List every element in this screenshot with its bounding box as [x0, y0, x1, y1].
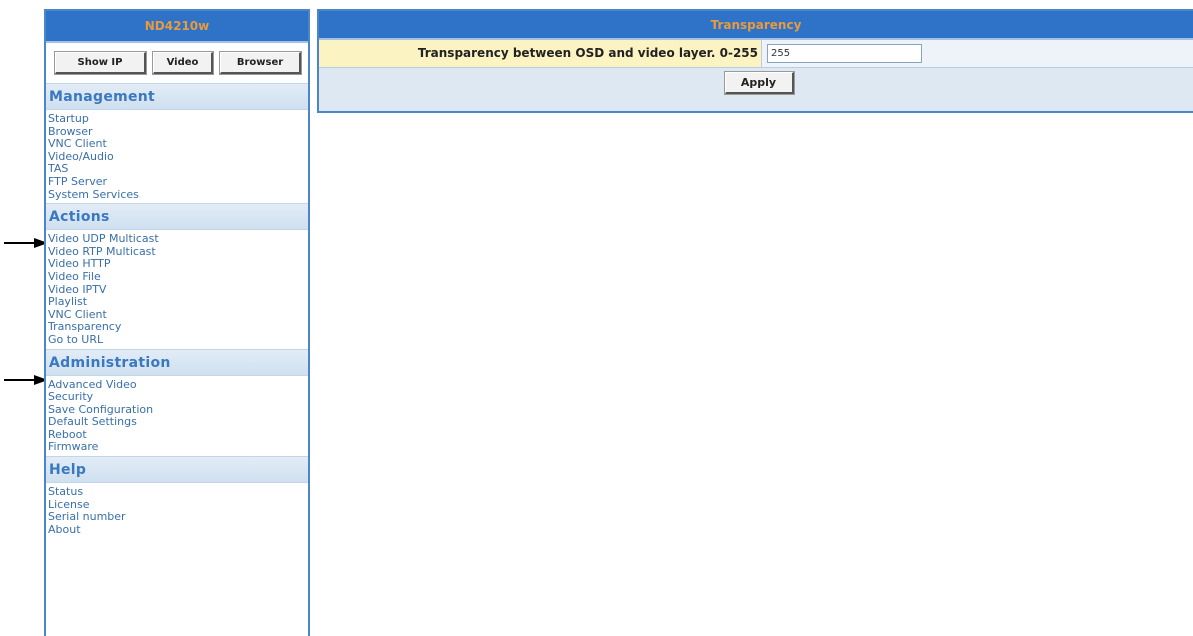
menu-item-vnc-client[interactable]: VNC Client — [48, 138, 308, 151]
section-heading-actions: Actions — [46, 203, 308, 231]
menu-item-status[interactable]: Status — [48, 485, 308, 499]
setting-value-cell — [762, 40, 1193, 67]
apply-button[interactable]: Apply — [723, 71, 795, 95]
menu-item-startup[interactable]: Startup — [48, 112, 308, 126]
section-heading-help: Help — [46, 456, 308, 484]
browser-button[interactable]: Browser — [219, 51, 302, 75]
menu-item-video-udp-multicast[interactable]: Video UDP Multicast — [48, 233, 308, 246]
menu-item-firmware[interactable]: Firmware — [48, 441, 308, 454]
arrow-pointer-icon — [4, 375, 48, 385]
video-button[interactable]: Video — [152, 51, 214, 75]
transparency-input[interactable] — [767, 44, 922, 63]
menu-item-about[interactable]: About — [48, 523, 308, 537]
panel-title: Transparency — [319, 11, 1193, 40]
sidebar: ND4210w Show IP Video Browser Management… — [44, 9, 310, 636]
section-heading-administration: Administration — [46, 348, 308, 376]
menu-management: Startup Browser VNC Client Video/Audio T… — [46, 110, 308, 203]
menu-actions: Video UDP Multicast Video RTP Multicast … — [46, 230, 308, 348]
menu-item-video-iptv[interactable]: Video IPTV — [48, 283, 308, 297]
menu-item-system-services[interactable]: System Services — [48, 188, 308, 202]
apply-row: Apply — [319, 68, 1193, 98]
menu-item-serial-number[interactable]: Serial number — [48, 511, 308, 524]
menu-item-video-audio[interactable]: Video/Audio — [48, 150, 308, 164]
show-ip-button[interactable]: Show IP — [54, 51, 147, 75]
menu-item-go-to-url[interactable]: Go to URL — [48, 333, 308, 347]
menu-item-playlist[interactable]: Playlist — [48, 296, 308, 309]
setting-row: Transparency between OSD and video layer… — [319, 40, 1193, 68]
transparency-panel: Transparency Transparency between OSD an… — [317, 9, 1193, 113]
menu-administration: Advanced Video Security Save Configurati… — [46, 376, 308, 457]
menu-item-ftp-server[interactable]: FTP Server — [48, 175, 308, 189]
section-heading-management: Management — [46, 83, 308, 110]
menu-help: Status License Serial number About — [46, 483, 308, 538]
top-button-bar: Show IP Video Browser — [46, 43, 308, 83]
menu-item-video-file[interactable]: Video File — [48, 270, 308, 284]
menu-item-security[interactable]: Security — [48, 390, 308, 404]
arrow-pointer-icon — [4, 238, 48, 248]
transparency-label: Transparency between OSD and video layer… — [319, 40, 762, 67]
device-title: ND4210w — [46, 11, 308, 43]
menu-item-default-settings[interactable]: Default Settings — [48, 416, 308, 429]
